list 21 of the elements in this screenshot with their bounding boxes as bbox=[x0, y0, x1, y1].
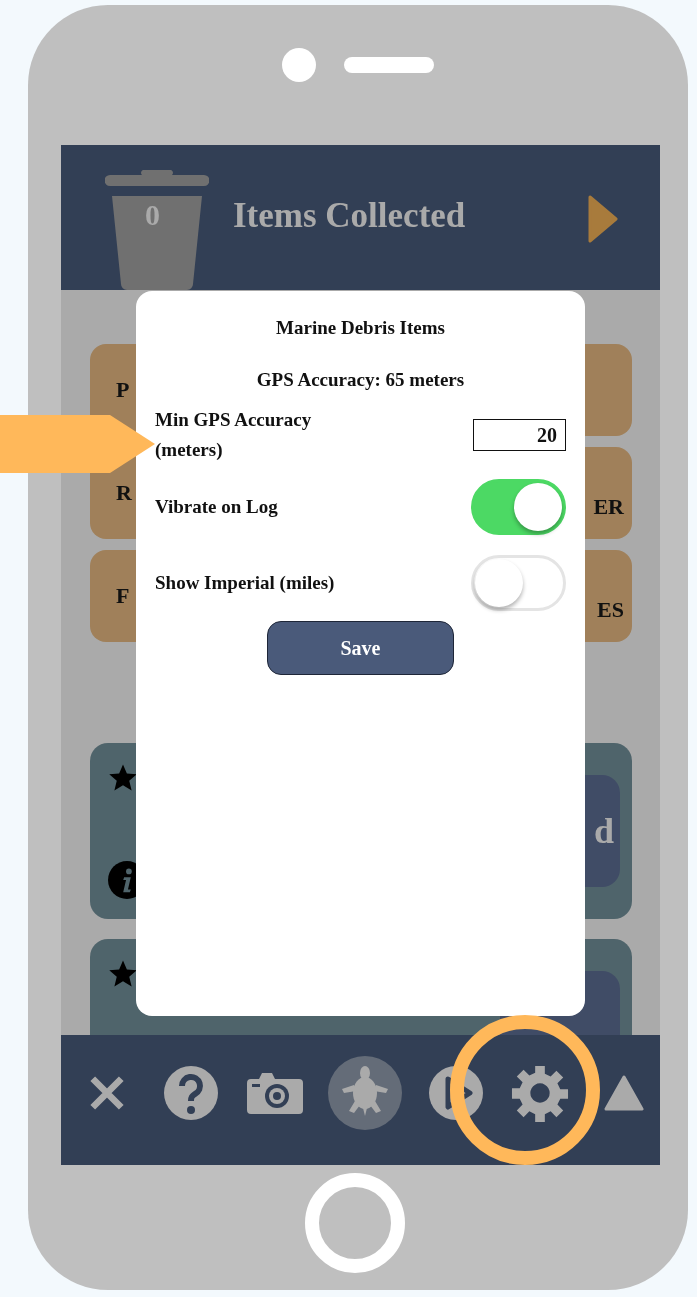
category-label: ER bbox=[593, 494, 624, 520]
setting-label: Show Imperial (miles) bbox=[155, 571, 335, 595]
number-field[interactable]: 20 bbox=[473, 419, 566, 451]
trash-can-icon bbox=[105, 170, 209, 290]
setting-label: Vibrate on Log bbox=[155, 495, 278, 519]
category-label: R bbox=[116, 480, 132, 506]
category-label: P bbox=[116, 377, 130, 403]
header-title: Items Collected bbox=[233, 197, 467, 236]
camera-dot bbox=[282, 48, 316, 82]
toggle-switch[interactable] bbox=[471, 555, 566, 611]
category-label: ES bbox=[597, 597, 624, 623]
star-icon[interactable] bbox=[108, 959, 138, 988]
category-label: F bbox=[116, 583, 130, 609]
dialog-title: Marine Debris Items bbox=[275, 316, 446, 340]
play-arrow-icon[interactable] bbox=[588, 195, 618, 243]
item-count: 0 bbox=[145, 200, 160, 230]
toggle-switch[interactable] bbox=[471, 479, 566, 535]
gps-accuracy-text: GPS Accuracy: 65 meters bbox=[255, 368, 466, 392]
setting-label: Min GPS Accuracy (meters) bbox=[155, 408, 313, 462]
star-icon[interactable] bbox=[108, 763, 138, 792]
save-button[interactable]: Save bbox=[267, 621, 454, 675]
